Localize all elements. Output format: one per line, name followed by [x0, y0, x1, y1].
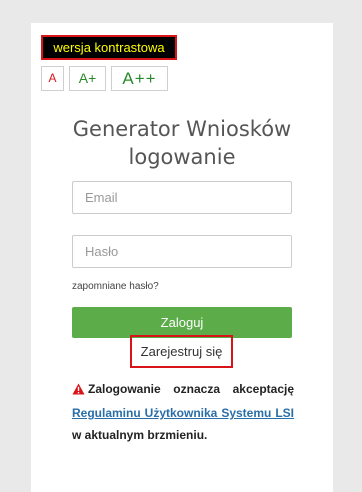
font-size-medium-button[interactable]: A+ — [69, 66, 106, 91]
terms-of-use-link[interactable]: Regulaminu Użytkownika Systemu LSI — [72, 406, 294, 420]
notice-text-after: w aktualnym brzmieniu. — [72, 428, 208, 442]
password-placeholder: Hasło — [85, 244, 119, 259]
email-field[interactable]: Email — [72, 181, 292, 214]
font-size-large-button[interactable]: A++ — [111, 66, 168, 91]
notice-text-before: Zalogowanie oznacza akceptację — [88, 382, 294, 396]
password-field[interactable]: Hasło — [72, 235, 292, 268]
login-button[interactable]: Zaloguj — [72, 307, 292, 338]
contrast-version-button[interactable]: wersja kontrastowa — [41, 35, 177, 60]
title-line-app-name: Generator Wniosków — [72, 117, 292, 141]
register-link[interactable]: Zarejestruj się — [130, 335, 233, 368]
title-line-login: logowanie — [128, 145, 236, 169]
page-title: Generator Wniosków logowanie — [31, 115, 333, 171]
terms-notice: Zalogowanie oznacza akceptację Regulamin… — [72, 378, 294, 446]
font-size-normal-button[interactable]: A — [41, 66, 64, 91]
forgot-password-link[interactable]: zapomniane hasło? — [72, 281, 159, 292]
email-placeholder: Email — [85, 190, 118, 205]
login-card: wersja kontrastowa A A+ A++ Generator Wn… — [31, 23, 333, 492]
warning-icon — [72, 380, 85, 402]
